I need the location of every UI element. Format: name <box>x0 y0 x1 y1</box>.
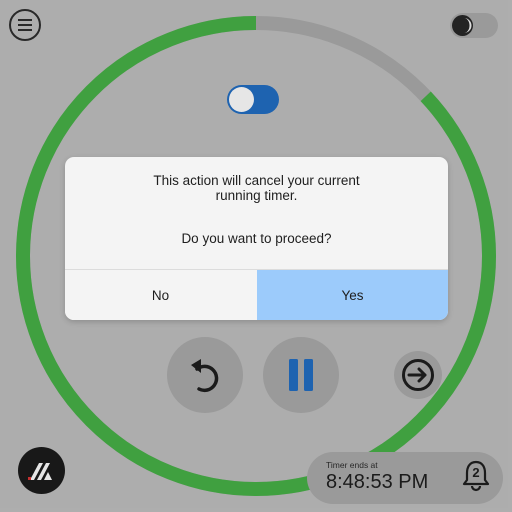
dialog-question: Do you want to proceed? <box>181 231 332 246</box>
dialog-message-line2: running timer. <box>215 188 298 203</box>
confirm-dialog: This action will cancel your current run… <box>65 157 448 320</box>
no-button[interactable]: No <box>65 270 256 320</box>
yes-button[interactable]: Yes <box>257 270 448 320</box>
dialog-message-line1: This action will cancel your current <box>153 173 360 188</box>
